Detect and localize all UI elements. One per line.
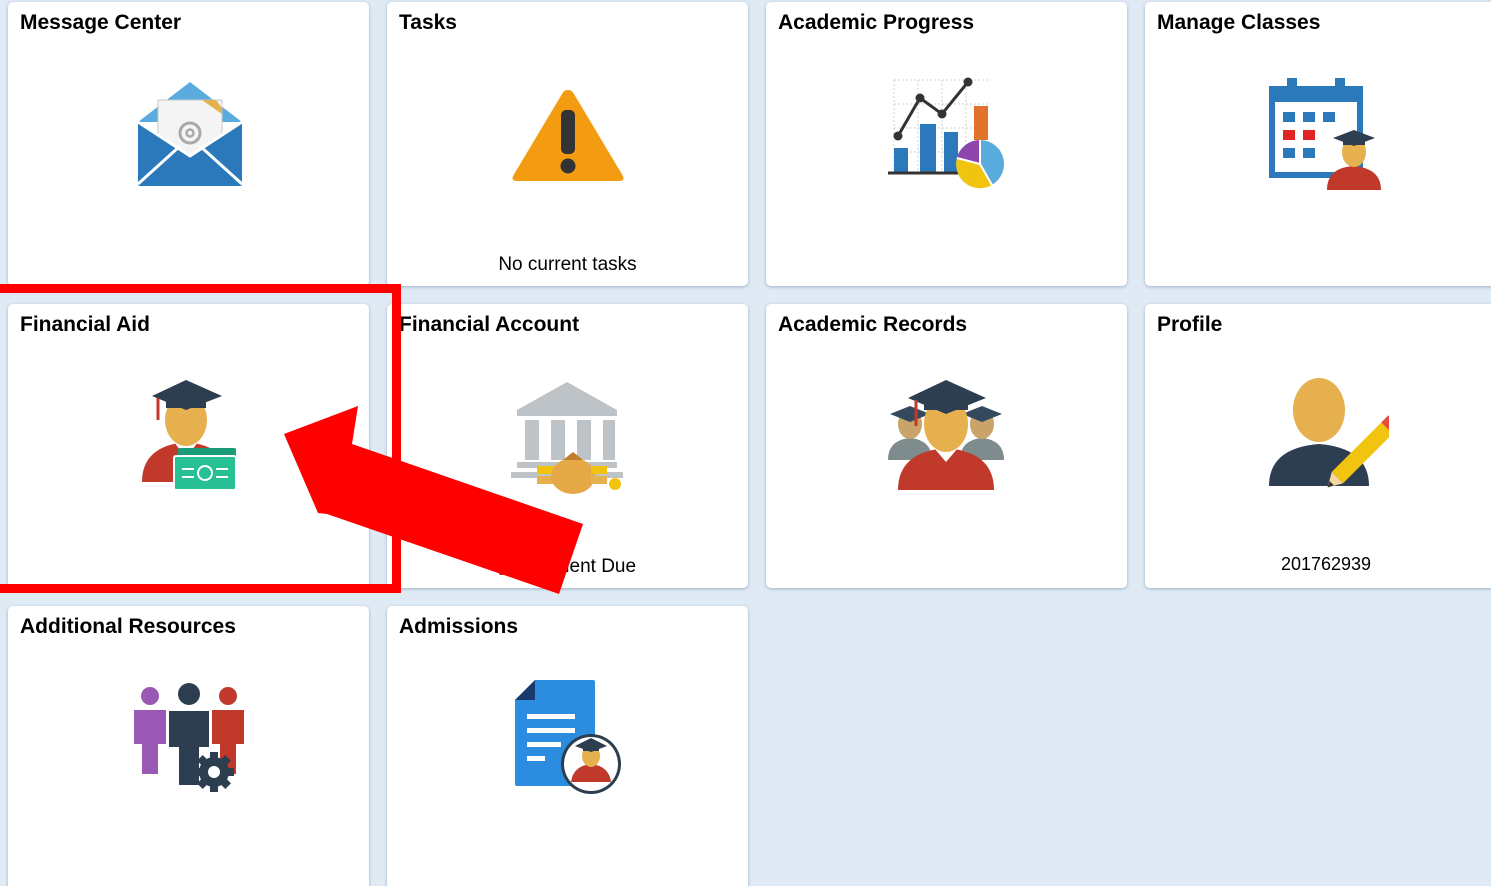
tile-financial-aid[interactable]: Financial Aid <box>8 304 369 588</box>
alert-icon: ! <box>498 559 515 575</box>
payment-due-status: ! Payment Due <box>387 556 748 578</box>
bank-icon <box>511 382 623 494</box>
tile-title: Academic Records <box>778 313 968 336</box>
tile-admissions[interactable]: Admissions <box>387 606 748 886</box>
envelope-icon <box>136 82 244 186</box>
tile-additional-resources[interactable]: Additional Resources <box>8 606 369 886</box>
warning-icon <box>512 90 624 181</box>
profile-id-number: 201762939 <box>1280 554 1372 574</box>
tile-title: Tasks <box>399 11 457 34</box>
tile-title: Financial Aid <box>20 313 150 336</box>
tile-financial-account[interactable]: Financial Account ! Payment Due <box>387 304 748 588</box>
homepage-tile-grid: Message Center Tasks No current tasks Ac… <box>0 0 1491 886</box>
tile-title: Financial Account <box>399 313 580 336</box>
payment-due-text: Payment Due <box>520 556 637 577</box>
tile-academic-records[interactable]: Academic Records <box>766 304 1127 588</box>
graduates-icon <box>888 380 1004 490</box>
document-student-icon <box>515 680 621 794</box>
tasks-status: No current tasks <box>498 254 637 275</box>
calendar-student-icon <box>1269 78 1381 190</box>
tile-title: Message Center <box>20 11 182 34</box>
tile-academic-progress[interactable]: Academic Progress <box>766 2 1127 286</box>
progress-chart-icon <box>888 77 1004 189</box>
people-gear-icon <box>134 683 244 792</box>
tile-title: Additional Resources <box>20 615 236 638</box>
tile-title: Admissions <box>399 615 519 638</box>
student-money-icon <box>142 380 237 491</box>
tile-message-center[interactable]: Message Center <box>8 2 369 286</box>
tile-title: Manage Classes <box>1157 11 1321 34</box>
tile-manage-classes[interactable]: Manage Classes <box>1145 2 1491 286</box>
tile-title: Academic Progress <box>778 11 975 34</box>
tile-tasks[interactable]: Tasks No current tasks <box>387 2 748 286</box>
tile-profile[interactable]: Profile 201762939 <box>1145 304 1491 588</box>
profile-edit-icon <box>1269 378 1389 488</box>
tile-title: Profile <box>1157 313 1223 336</box>
